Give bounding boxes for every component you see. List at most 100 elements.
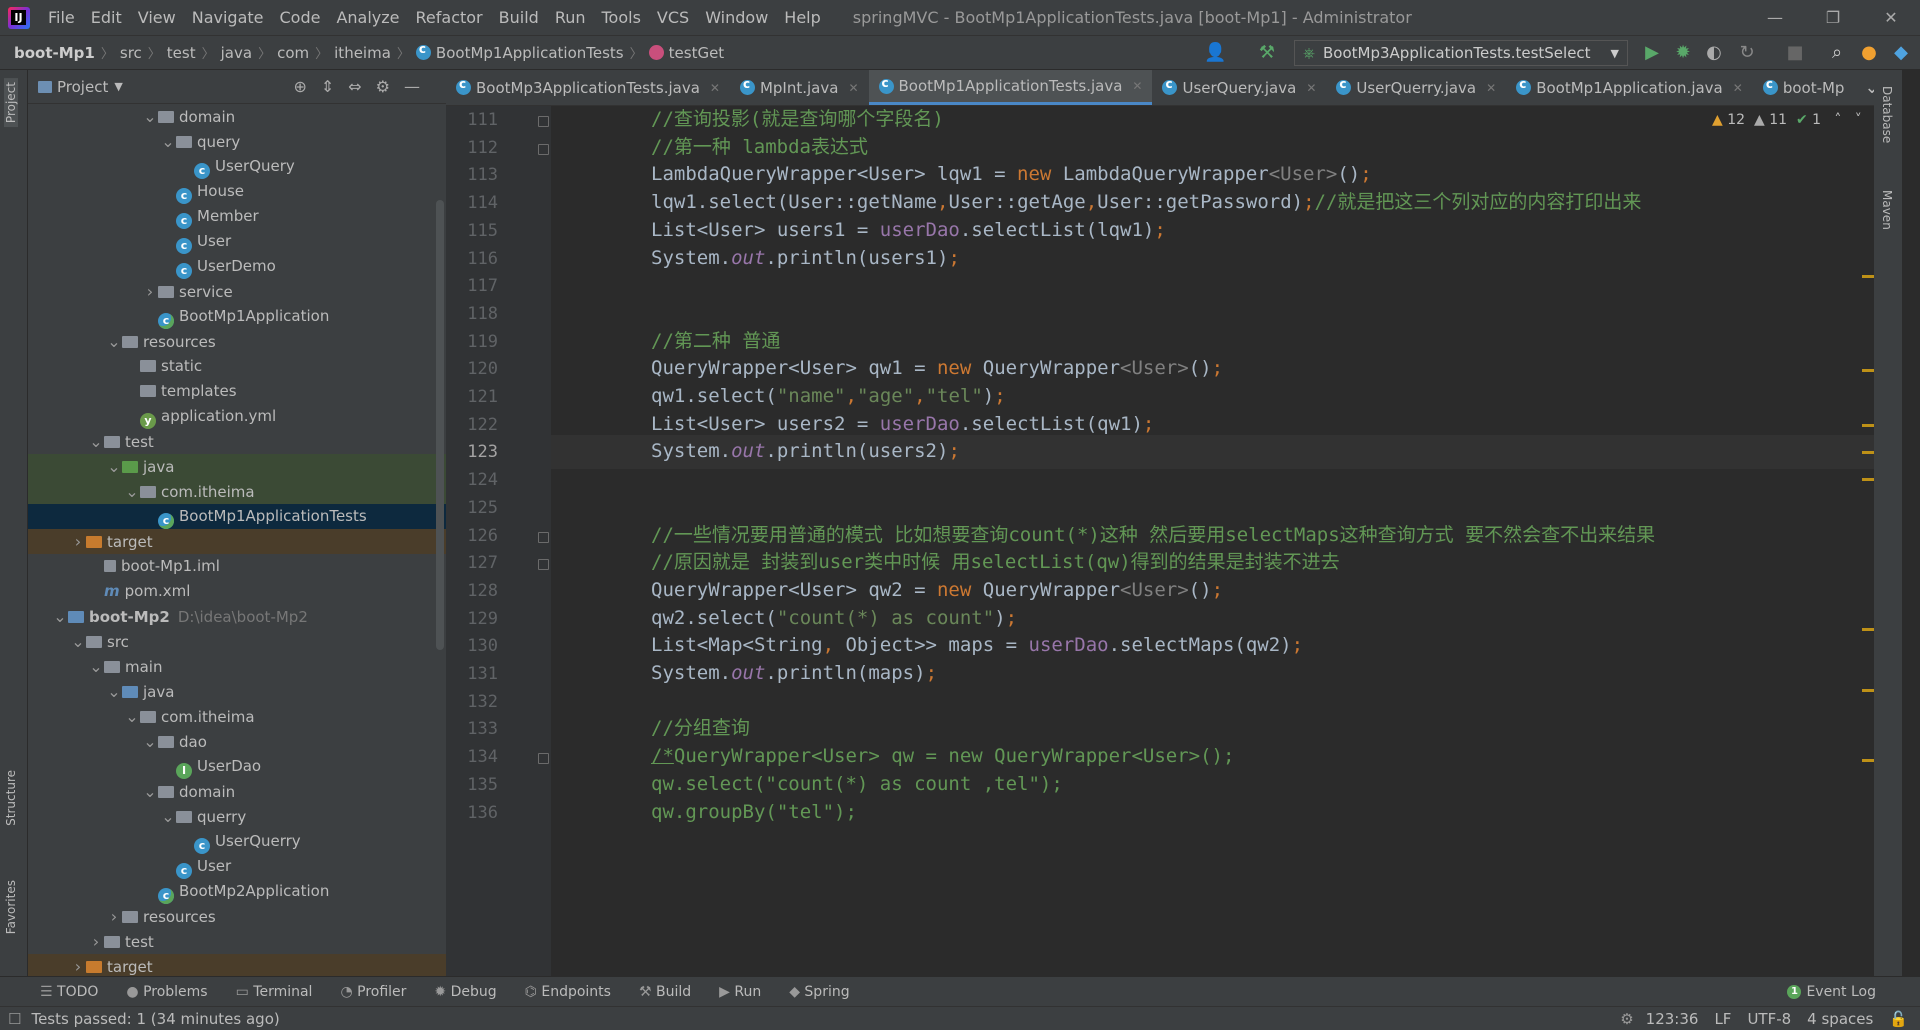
menu-item-tools[interactable]: Tools (594, 0, 649, 36)
toolwindow-spring[interactable]: ◆ Spring (775, 984, 863, 1000)
tree-node[interactable]: c BootMp2Application (28, 879, 446, 904)
tree-node[interactable]: static (28, 354, 446, 379)
toolwindow-terminal[interactable]: ▭ Terminal (222, 984, 327, 1000)
tree-node[interactable]: y application.yml (28, 404, 446, 429)
toolwindow-build[interactable]: ⚒ Build (625, 984, 705, 1000)
restore-button[interactable]: ❐ (1804, 8, 1862, 27)
inspection-widget[interactable]: ▲ 12 ▲ 11 ✔ 1 ˄ ˅ (1712, 112, 1862, 128)
fold-marker-icon[interactable] (538, 116, 549, 127)
menu-item-view[interactable]: View (130, 0, 184, 36)
tree-node[interactable]: › service (28, 279, 446, 304)
menu-item-window[interactable]: Window (697, 0, 776, 36)
status-message[interactable]: Tests passed: 1 (34 minutes ago) (31, 1010, 279, 1028)
tree-node[interactable]: c User (28, 854, 446, 879)
chevron-down-icon[interactable]: ˅ (1855, 112, 1862, 128)
expand-arrow-icon[interactable]: › (142, 279, 158, 304)
menu-item-analyze[interactable]: Analyze (328, 0, 407, 36)
error-stripe[interactable] (1862, 106, 1876, 976)
tree-node[interactable]: ⌄ query (28, 129, 446, 154)
menu-item-help[interactable]: Help (776, 0, 828, 36)
tree-node[interactable]: ⌄ dao (28, 729, 446, 754)
tree-node[interactable]: ⌄ boot-Mp2 D:\idea\boot-Mp2 (28, 604, 446, 629)
expand-arrow-icon[interactable]: ⌄ (88, 654, 104, 679)
chevron-up-icon[interactable]: ˄ (1834, 112, 1841, 128)
tree-node[interactable]: c BootMp1ApplicationTests (28, 504, 446, 529)
status-square-icon[interactable]: ☐ (8, 1010, 21, 1028)
plugin-icon[interactable]: ◆ (1890, 42, 1912, 64)
tree-node[interactable]: c BootMp1Application (28, 304, 446, 329)
close-tab-icon[interactable]: ✕ (1306, 81, 1316, 95)
stop-icon[interactable]: ■ (1784, 42, 1806, 64)
profile-icon[interactable]: ↻ (1736, 42, 1758, 64)
editor-tab[interactable]: MpInt.java ✕ (730, 70, 869, 105)
editor-tab[interactable]: BootMp1ApplicationTests.java ✕ (868, 70, 1153, 105)
toolwindow-run[interactable]: ▶ Run (705, 984, 775, 1000)
lock-icon[interactable]: 🔓 (1889, 1010, 1908, 1028)
tree-node[interactable]: c UserQuery (28, 154, 446, 179)
minimize-button[interactable]: — (1746, 8, 1804, 27)
indent-setting[interactable]: 4 spaces (1807, 1010, 1873, 1028)
close-button[interactable]: ✕ (1862, 8, 1920, 27)
expand-arrow-icon[interactable]: › (70, 529, 86, 554)
tree-node[interactable]: I UserDao (28, 754, 446, 779)
close-tab-icon[interactable]: ✕ (1132, 79, 1142, 93)
line-separator[interactable]: LF (1714, 1010, 1731, 1028)
tree-node[interactable]: › target (28, 954, 446, 976)
structure-tool-button[interactable]: Structure (4, 770, 18, 826)
fold-marker-icon[interactable] (538, 143, 549, 155)
favorites-tool-button[interactable]: Favorites (4, 880, 18, 934)
tree-node[interactable]: ⌄ com.itheima (28, 704, 446, 729)
tree-node[interactable]: c User (28, 229, 446, 254)
tree-node[interactable]: ⌄ resources (28, 329, 446, 354)
editor-tab[interactable]: UserQuerry.java ✕ (1326, 70, 1506, 105)
breadcrumb-item[interactable]: boot-Mp1 (8, 44, 101, 62)
expand-arrow-icon[interactable]: › (88, 929, 104, 954)
menu-item-code[interactable]: Code (272, 0, 329, 36)
menu-item-edit[interactable]: Edit (83, 0, 130, 36)
menu-item-run[interactable]: Run (547, 0, 594, 36)
menu-item-navigate[interactable]: Navigate (184, 0, 272, 36)
close-tab-icon[interactable]: ✕ (710, 81, 720, 95)
expand-arrow-icon[interactable]: ⌄ (88, 429, 104, 454)
debug-icon[interactable]: ✹ (1672, 42, 1694, 64)
run-configuration-select[interactable]: ⎈ BootMp3ApplicationTests.testSelect ▼ (1294, 40, 1628, 66)
expand-arrow-icon[interactable]: ⌄ (106, 679, 122, 704)
user-icon[interactable]: 👤 (1204, 42, 1226, 64)
file-encoding[interactable]: UTF-8 (1747, 1010, 1791, 1028)
tree-node[interactable]: c House (28, 179, 446, 204)
toolwindow-debug[interactable]: ✹ Debug (420, 984, 510, 1000)
tree-node[interactable]: templates (28, 379, 446, 404)
expand-arrow-icon[interactable]: ⌄ (70, 629, 86, 654)
tree-node[interactable]: c Member (28, 204, 446, 229)
run-icon[interactable]: ▶ (1641, 42, 1663, 64)
expand-arrow-icon[interactable]: › (106, 904, 122, 929)
tree-node[interactable]: ⌄ test (28, 429, 446, 454)
breadcrumb-item[interactable]: testGet (643, 44, 731, 62)
toolwindow-endpoints[interactable]: ⌬ Endpoints (511, 984, 625, 1000)
database-tool-button[interactable]: Database (1880, 86, 1894, 143)
toolwindow-profiler[interactable]: ◔ Profiler (326, 984, 420, 1000)
fold-marker-icon[interactable] (538, 559, 549, 571)
tree-node[interactable]: ⌄ java (28, 454, 446, 479)
fold-marker-icon[interactable] (538, 753, 549, 765)
fold-marker-icon[interactable] (538, 531, 549, 543)
expand-arrow-icon[interactable]: ⌄ (160, 129, 176, 154)
tree-node[interactable]: m pom.xml (28, 579, 446, 604)
expand-arrow-icon[interactable]: ⌄ (124, 704, 140, 729)
expand-arrow-icon[interactable]: › (70, 954, 86, 976)
breadcrumb-item[interactable]: src (114, 44, 148, 62)
git-icon[interactable]: ⚙ (1620, 1010, 1633, 1028)
chevron-down-icon[interactable]: ⌄ (1854, 70, 1874, 105)
tree-node[interactable]: › resources (28, 904, 446, 929)
editor-tab[interactable]: UserQuery.java ✕ (1152, 70, 1326, 105)
tree-node[interactable]: ⌄ main (28, 654, 446, 679)
tree-node[interactable]: ⌄ com.itheima (28, 479, 446, 504)
expand-arrow-icon[interactable]: ⌄ (106, 329, 122, 354)
close-tab-icon[interactable]: ✕ (848, 81, 858, 95)
close-tab-icon[interactable]: ✕ (1486, 81, 1496, 95)
expand-arrow-icon[interactable]: ⌄ (142, 729, 158, 754)
tree-node[interactable]: boot-Mp1.iml (28, 554, 446, 579)
expand-arrow-icon[interactable]: ⌄ (106, 454, 122, 479)
project-scrollbar[interactable] (436, 200, 444, 650)
editor-tab[interactable]: BootMp3ApplicationTests.java ✕ (446, 70, 730, 105)
